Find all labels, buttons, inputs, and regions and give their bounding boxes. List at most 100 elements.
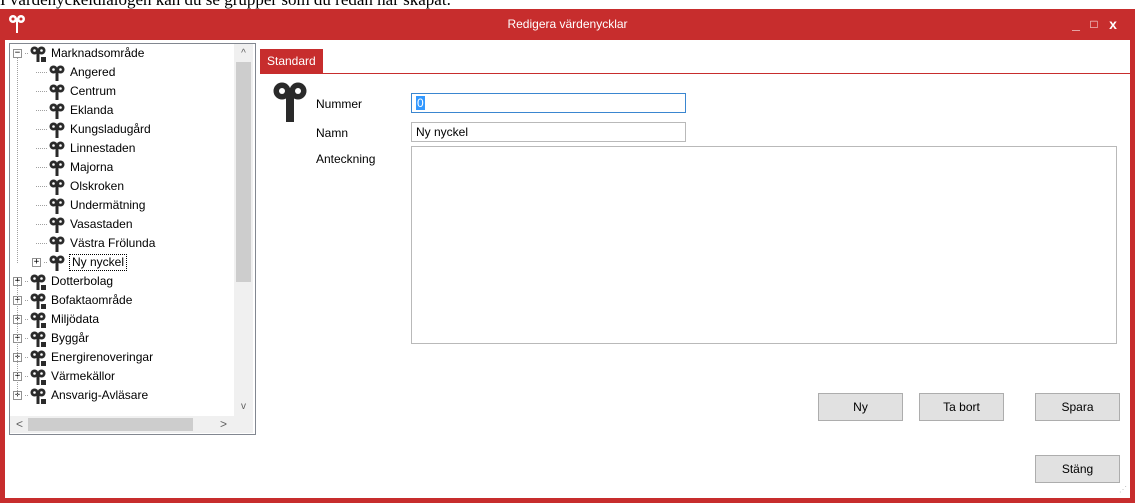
key-icon [49,65,65,81]
tree-group-item[interactable]: + Bofaktaområde [13,291,133,310]
tree-connector [25,395,28,396]
scroll-up-icon[interactable]: ^ [234,45,253,62]
key-icon [49,255,65,271]
collapse-icon[interactable]: − [13,49,22,58]
tree-item-label: Eklanda [70,103,114,117]
key-icon [273,82,307,122]
number-value: 0 [416,96,425,110]
tree-item-label: Angered [70,65,116,79]
tree-key-item[interactable]: Angered [32,63,116,82]
tree-connector [25,357,28,358]
tree-item-label: Olskroken [70,179,125,193]
tree-item-label: Dotterbolag [51,274,114,288]
key-icon [49,122,65,138]
tree-connector [25,319,28,320]
close-button[interactable]: Stäng [1035,455,1120,483]
close-window-button[interactable]: x [1105,16,1121,32]
window-title: Redigera värdenycklar [507,17,628,31]
tree-item-label: Värmekällor [51,369,116,383]
tree-connector [36,129,47,130]
tree-connector [36,91,47,92]
tree-connector [36,224,47,225]
key-icon [49,103,65,119]
number-field[interactable]: 0 [411,93,686,113]
tree-key-item[interactable]: Centrum [32,82,117,101]
tree-connector [36,205,47,206]
tree-group-item[interactable]: + Värmekällor [13,367,116,386]
tree-item-label: Undermätning [70,198,146,212]
new-button[interactable]: Ny [818,393,903,421]
tree-group-item[interactable]: + Energirenoveringar [13,348,154,367]
horizontal-scroll-thumb[interactable] [28,418,193,431]
horizontal-scrollbar[interactable]: < > [10,416,234,433]
key-group-icon [30,350,46,366]
tree-key-item[interactable]: Vasastaden [32,215,134,234]
key-icon [49,217,65,233]
key-icon [49,141,65,157]
tree-key-item[interactable]: Undermätning [32,196,146,215]
delete-button[interactable]: Ta bort [919,393,1004,421]
tree-connector [25,338,28,339]
tree-root-guide-line [17,281,18,395]
tree-item-label: Ansvarig-Avläsare [51,388,149,402]
tree-item-label: Energirenoveringar [51,350,154,364]
tab-strip: Standard [260,49,1130,74]
tree-connector [25,300,28,301]
tree-key-item[interactable]: Västra Frölunda [32,234,156,253]
tree-item-label: Bofaktaområde [51,293,133,307]
maximize-button[interactable]: □ [1086,16,1102,32]
tree-group-item[interactable]: − Marknadsområde [13,44,145,63]
name-field[interactable]: Ny nyckel [411,122,686,142]
tree-key-item[interactable]: Olskroken [32,177,125,196]
tree-group-item[interactable]: + Byggår [13,329,90,348]
scroll-left-icon[interactable]: < [11,416,28,433]
title-bar[interactable]: Redigera värdenycklar _ □ x [0,9,1135,40]
key-group-icon [30,274,46,290]
tree-group-item[interactable]: + Ansvarig-Avläsare [13,386,149,405]
tree-connector [25,53,28,54]
tree-item-label: Ny nyckel [69,254,128,271]
key-group-icon [30,293,46,309]
tree-key-item[interactable]: Majorna [32,158,114,177]
tree-group-item[interactable]: + Miljödata [13,310,100,329]
key-icon [49,236,65,252]
tree-item-label: Majorna [70,160,114,174]
tree-connector [44,262,47,263]
note-textarea[interactable] [411,146,1117,344]
tree-connector [36,148,47,149]
vertical-scroll-thumb[interactable] [236,62,251,282]
tree-key-item[interactable]: Linnestaden [32,139,136,158]
tree-connector [25,376,28,377]
tree-list: − Marknadsområde Angered Centrum Eklanda Kung… [10,44,234,416]
key-group-icon [30,388,46,404]
tab-standard[interactable]: Standard [260,49,323,73]
tree-connector [36,72,47,73]
tree-connector [36,243,47,244]
save-button[interactable]: Spara [1035,393,1120,421]
key-group-icon [30,331,46,347]
note-label: Anteckning [316,152,376,166]
dialog-content: − Marknadsområde Angered Centrum Eklanda Kung… [5,40,1130,498]
expand-icon[interactable]: + [32,258,41,267]
tree-item-label: Miljödata [51,312,100,326]
minimize-button[interactable]: _ [1068,16,1084,32]
tree-key-item[interactable]: Kungsladugård [32,120,152,139]
tree-item-label: Centrum [70,84,117,98]
vertical-scrollbar[interactable]: ^ v [234,44,253,416]
tree-key-item[interactable]: + Ny nyckel [32,253,128,272]
key-icon [49,84,65,100]
tree-connector [25,281,28,282]
tree-item-label: Marknadsområde [51,46,145,60]
key-group-icon [30,312,46,328]
tree-item-label: Vasastaden [70,217,133,231]
key-icon [49,160,65,176]
scroll-down-icon[interactable]: v [234,398,253,415]
key-tree[interactable]: − Marknadsområde Angered Centrum Eklanda Kung… [9,43,256,435]
key-group-icon [30,369,46,385]
resize-grip-icon[interactable]: ⋰ [1117,485,1127,495]
tree-item-label: Västra Frölunda [70,236,156,250]
name-label: Namn [316,126,349,140]
tree-key-item[interactable]: Eklanda [32,101,114,120]
scroll-right-icon[interactable]: > [215,416,232,433]
tree-group-item[interactable]: + Dotterbolag [13,272,114,291]
